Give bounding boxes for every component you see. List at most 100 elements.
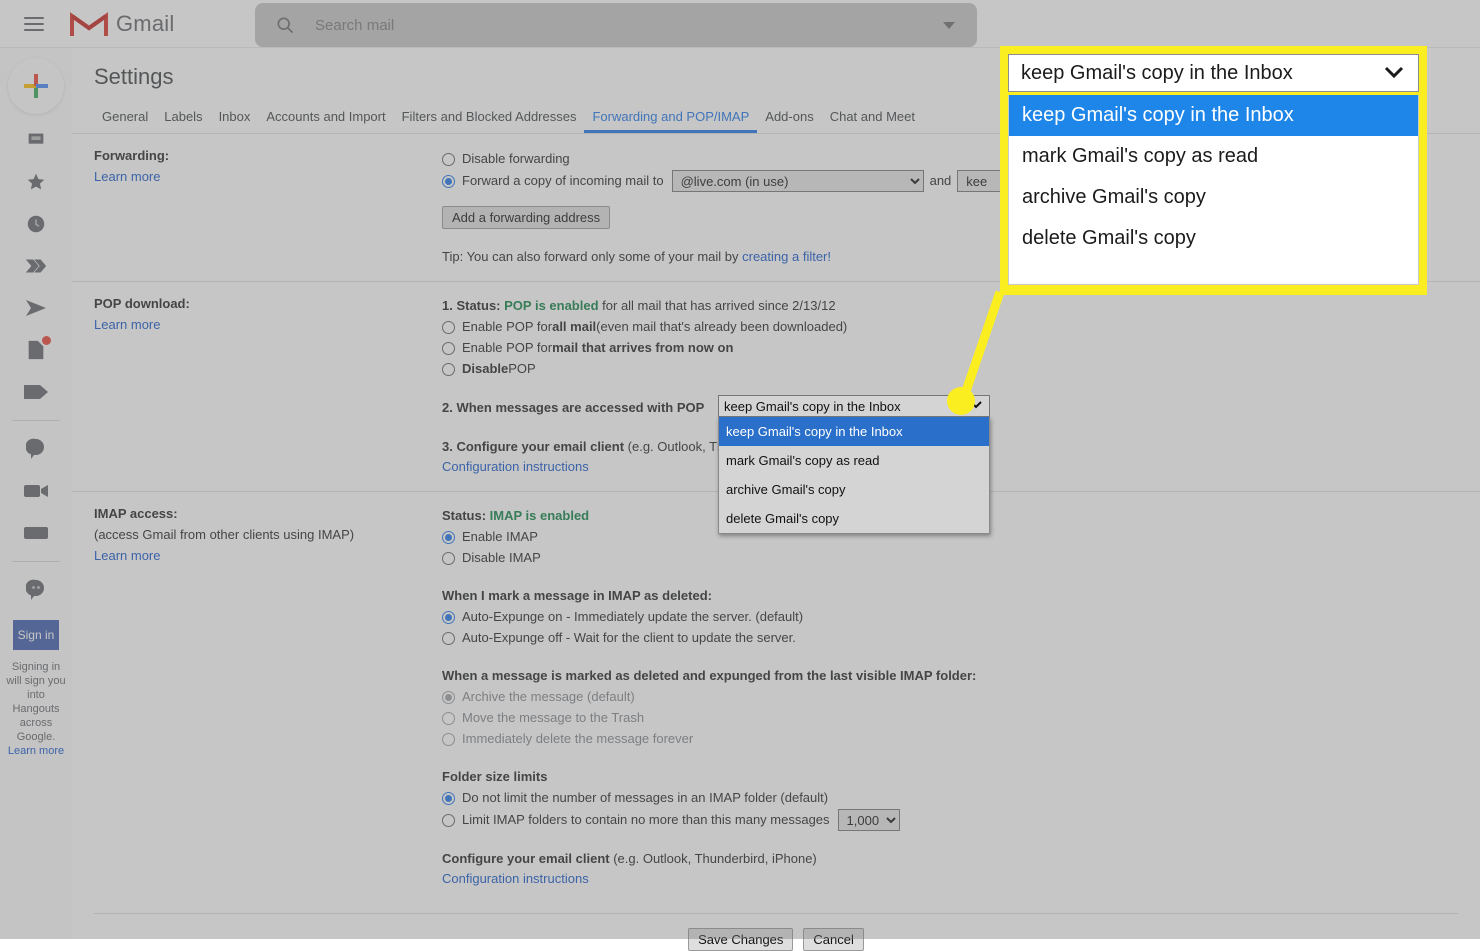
imap-enable-radio[interactable] xyxy=(442,530,455,544)
expunge-on-row[interactable]: Auto-Expunge on - Immediately update the… xyxy=(442,607,1480,627)
hangouts-signin-button[interactable]: Sign in xyxy=(13,620,59,650)
left-rail: Sign in Signing in will sign you into Ha… xyxy=(0,48,72,939)
folder-size-heading: Folder size limits xyxy=(442,769,548,784)
callout-select-closed[interactable]: keep Gmail's copy in the Inbox xyxy=(1008,54,1419,92)
pop-from-now-bold: mail that arrives from now on xyxy=(552,340,734,355)
sidebar-item-keyboard[interactable] xyxy=(0,517,72,549)
forwarding-tip-text: Tip: You can also forward only some of y… xyxy=(442,249,743,264)
sidebar-item-hangouts[interactable] xyxy=(0,574,72,606)
pop-all-mail-bold: all mail xyxy=(552,319,597,334)
tab-add-ons[interactable]: Add-ons xyxy=(757,109,821,133)
pop-action-select-closed[interactable]: keep Gmail's copy in the Inbox xyxy=(718,395,990,417)
tab-labels[interactable]: Labels xyxy=(156,109,210,133)
pop-disable-radio[interactable] xyxy=(442,362,455,376)
star-icon xyxy=(27,173,45,190)
pop-action-option-list[interactable]: keep Gmail's copy in the Inbox mark Gmai… xyxy=(718,417,990,534)
callout-option-list[interactable]: keep Gmail's copy in the Inbox mark Gmai… xyxy=(1008,95,1419,285)
pop-action-option-archive[interactable]: archive Gmail's copy xyxy=(719,475,989,504)
tab-inbox[interactable]: Inbox xyxy=(211,109,259,133)
clock-icon xyxy=(27,215,45,233)
callout-option-keep[interactable]: keep Gmail's copy in the Inbox xyxy=(1009,95,1418,136)
folder-nolimit-row[interactable]: Do not limit the number of messages in a… xyxy=(442,788,1480,808)
pop-status-prefix: 1. Status: xyxy=(442,298,505,313)
label-icon xyxy=(24,385,48,399)
pop-status-row: 1. Status: POP is enabled for all mail t… xyxy=(442,296,1480,316)
pop-all-mail-post: (even mail that's already been downloade… xyxy=(596,319,848,334)
tab-chat-and-meet[interactable]: Chat and Meet xyxy=(822,109,923,133)
imap-disable-row[interactable]: Disable IMAP xyxy=(442,548,1480,568)
pop-all-mail-radio[interactable] xyxy=(442,320,455,334)
tab-general[interactable]: General xyxy=(94,109,156,133)
chevron-down-icon xyxy=(1384,66,1404,79)
sidebar-item-snoozed[interactable] xyxy=(0,208,72,240)
chevron-down-icon[interactable] xyxy=(943,21,955,29)
expunge-off-row[interactable]: Auto-Expunge off - Wait for the client t… xyxy=(442,628,1480,648)
gmail-logo[interactable]: Gmail xyxy=(70,10,174,38)
expunged-archive-row: Archive the message (default) xyxy=(442,687,1480,707)
imap-learn-more-link[interactable]: Learn more xyxy=(94,548,442,563)
sidebar-item-meet[interactable] xyxy=(0,475,72,507)
sidebar-item-inbox[interactable] xyxy=(0,124,72,156)
folder-nolimit-radio[interactable] xyxy=(442,791,455,805)
callout-option-mark-read[interactable]: mark Gmail's copy as read xyxy=(1009,136,1418,177)
sidebar-item-important[interactable] xyxy=(0,250,72,282)
expunged-trash-row: Move the message to the Trash xyxy=(442,708,1480,728)
hangouts-learn-more-link[interactable]: Learn more xyxy=(8,745,64,757)
forwarding-learn-more-link[interactable]: Learn more xyxy=(94,169,442,184)
imap-enable-label: Enable IMAP xyxy=(462,529,538,544)
compose-button[interactable] xyxy=(8,58,64,114)
pop-config-instructions-link[interactable]: Configuration instructions xyxy=(442,459,589,474)
tab-accounts-and-import[interactable]: Accounts and Import xyxy=(258,109,393,133)
expunged-delete-label: Immediately delete the message forever xyxy=(462,731,694,746)
search-bar[interactable] xyxy=(255,3,977,47)
expunge-on-label: Auto-Expunge on - Immediately update the… xyxy=(462,609,804,624)
sidebar-item-sent[interactable] xyxy=(0,292,72,324)
pop-action-option-delete[interactable]: delete Gmail's copy xyxy=(719,504,989,533)
pop-from-now-row[interactable]: Enable POP for mail that arrives from no… xyxy=(442,338,1480,358)
folder-nolimit-label: Do not limit the number of messages in a… xyxy=(462,790,829,805)
expunged-archive-label: Archive the message (default) xyxy=(462,689,635,704)
add-forwarding-address-button[interactable]: Add a forwarding address xyxy=(442,206,611,229)
disable-forwarding-radio[interactable] xyxy=(442,152,455,166)
pop-learn-more-link[interactable]: Learn more xyxy=(94,317,442,332)
callout-option-archive[interactable]: archive Gmail's copy xyxy=(1009,177,1418,218)
pop-disable-post: POP xyxy=(508,361,536,376)
sidebar-item-labels[interactable] xyxy=(0,376,72,408)
folder-limit-row[interactable]: Limit IMAP folders to contain no more th… xyxy=(442,809,1480,831)
tab-forwarding-and-pop-imap[interactable]: Forwarding and POP/IMAP xyxy=(584,109,758,133)
imap-disable-radio[interactable] xyxy=(442,551,455,565)
pop-action-dropdown[interactable]: keep Gmail's copy in the Inbox keep Gmai… xyxy=(718,395,990,534)
imap-label: IMAP access: xyxy=(94,506,178,521)
imap-configure-row: Configure your email client (e.g. Outloo… xyxy=(442,849,1480,869)
hamburger-menu-icon[interactable] xyxy=(24,16,44,31)
rail-divider-2 xyxy=(12,561,60,562)
cancel-button[interactable]: Cancel xyxy=(803,928,864,951)
pop-all-mail-row[interactable]: Enable POP for all mail (even mail that'… xyxy=(442,317,1480,337)
pop-from-now-radio[interactable] xyxy=(442,341,455,355)
forward-address-select[interactable]: @live.com (in use) xyxy=(671,170,924,192)
tab-filters-and-blocked-addresses[interactable]: Filters and Blocked Addresses xyxy=(394,109,585,133)
expunge-off-radio[interactable] xyxy=(442,631,455,645)
brand-label: Gmail xyxy=(116,10,175,36)
expunged-archive-radio xyxy=(442,690,455,704)
folder-limit-select[interactable]: 1,000 xyxy=(837,809,900,831)
folder-limit-radio[interactable] xyxy=(442,813,455,827)
sidebar-item-drafts[interactable] xyxy=(0,334,72,366)
sidebar-item-starred[interactable] xyxy=(0,166,72,198)
pop-action-option-keep[interactable]: keep Gmail's copy in the Inbox xyxy=(719,417,989,446)
expunge-on-radio[interactable] xyxy=(442,610,455,624)
save-changes-button[interactable]: Save Changes xyxy=(688,928,794,951)
create-filter-link[interactable]: creating a filter! xyxy=(742,249,831,264)
callout-option-delete[interactable]: delete Gmail's copy xyxy=(1009,218,1418,259)
pop-label: POP download: xyxy=(94,296,190,311)
search-input[interactable] xyxy=(313,15,943,35)
imap-config-instructions-link[interactable]: Configuration instructions xyxy=(442,871,589,886)
pop-disable-row[interactable]: Disable POP xyxy=(442,359,1480,379)
forwarding-label-col: Forwarding: Learn more xyxy=(94,148,442,267)
pop-action-option-mark-read[interactable]: mark Gmail's copy as read xyxy=(719,446,989,475)
expunged-delete-row: Immediately delete the message forever xyxy=(442,729,1480,749)
forward-copy-radio[interactable] xyxy=(442,174,455,188)
imap-status-value: IMAP is enabled xyxy=(489,508,590,523)
sidebar-item-chat[interactable] xyxy=(0,433,72,465)
pop-label-col: POP download: Learn more xyxy=(94,296,442,477)
